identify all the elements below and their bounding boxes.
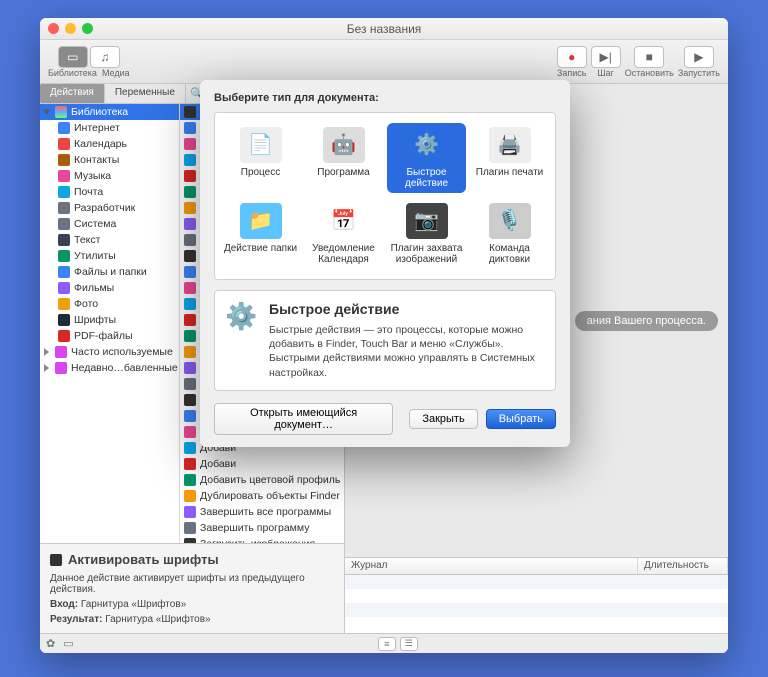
doc-type-option[interactable]: 📅Уведомление Календаря <box>304 199 383 269</box>
doc-type-option[interactable]: 🎙️Команда диктовки <box>470 199 549 269</box>
action-item[interactable]: Завершить программу <box>180 520 344 536</box>
category-item[interactable]: Текст <box>40 232 179 248</box>
run-button[interactable]: ▶ <box>684 46 714 68</box>
type-description: ⚙️ Быстрое действие Быстрые действия — э… <box>214 290 556 391</box>
document-type-grid: 📄Процесс🤖Программа⚙️Быстрое действие🖨️Пл… <box>214 112 556 280</box>
category-list[interactable]: БиблиотекаИнтернетКалендарьКонтактыМузык… <box>40 104 180 543</box>
action-item[interactable]: Загрузить изображения <box>180 536 344 543</box>
stop-button[interactable]: ■ <box>634 46 664 68</box>
doc-type-option[interactable]: 📄Процесс <box>221 123 300 193</box>
toolbar: ▭ ♫ Библиотека Медиа ●Запись ▶|Шаг ■Оста… <box>40 40 728 84</box>
category-item[interactable]: Почта <box>40 184 179 200</box>
doc-type-option[interactable]: 🖨️Плагин печати <box>470 123 549 193</box>
choose-button[interactable]: Выбрать <box>486 409 556 429</box>
new-document-sheet: Выберите тип для документа: 📄Процесс🤖Про… <box>200 80 570 447</box>
font-icon <box>50 554 62 566</box>
drop-hint: ания Вашего процесса. <box>575 311 718 331</box>
category-item[interactable]: Разработчик <box>40 200 179 216</box>
action-item[interactable]: Добавить цветовой профиль <box>180 472 344 488</box>
gear-icon: ⚙️ <box>225 301 259 335</box>
tab-variables[interactable]: Переменные <box>105 84 186 103</box>
doc-type-option[interactable]: 🤖Программа <box>304 123 383 193</box>
library-toggle[interactable]: ▭ <box>58 46 88 68</box>
tab-actions[interactable]: Действия <box>40 84 105 103</box>
smart-group[interactable]: Часто используемые <box>40 344 179 360</box>
status-bar: ✿ ▭ ≡ ☰ <box>40 633 728 653</box>
smart-group[interactable]: Недавно…бавленные <box>40 360 179 376</box>
gear-icon[interactable]: ✿ <box>46 637 55 650</box>
view-list[interactable]: ≡ <box>378 637 396 651</box>
category-item[interactable]: Шрифты <box>40 312 179 328</box>
category-item[interactable]: Система <box>40 216 179 232</box>
category-item[interactable]: Утилиты <box>40 248 179 264</box>
category-item[interactable]: Файлы и папки <box>40 264 179 280</box>
category-item[interactable]: PDF-файлы <box>40 328 179 344</box>
library-root[interactable]: Библиотека <box>40 104 179 120</box>
action-item[interactable]: Дублировать объекты Finder <box>180 488 344 504</box>
category-item[interactable]: Интернет <box>40 120 179 136</box>
titlebar: Без названия <box>40 18 728 40</box>
step-button[interactable]: ▶| <box>591 46 621 68</box>
log-body <box>345 575 728 633</box>
open-existing-button[interactable]: Открыть имеющийся документ… <box>214 403 393 435</box>
close-button[interactable]: Закрыть <box>409 409 477 429</box>
category-item[interactable]: Фото <box>40 296 179 312</box>
action-info: Активировать шрифты Данное действие акти… <box>40 543 344 633</box>
window-title: Без названия <box>40 22 728 36</box>
category-item[interactable]: Контакты <box>40 152 179 168</box>
doc-type-option[interactable]: 📁Действие папки <box>221 199 300 269</box>
doc-type-option[interactable]: ⚙️Быстрое действие <box>387 123 466 193</box>
log-header: Журнал Длительность <box>345 557 728 575</box>
category-item[interactable]: Календарь <box>40 136 179 152</box>
sheet-heading: Выберите тип для документа: <box>214 92 556 104</box>
category-item[interactable]: Музыка <box>40 168 179 184</box>
record-button[interactable]: ● <box>557 46 587 68</box>
panel-icon[interactable]: ▭ <box>63 637 73 650</box>
action-item[interactable]: Завершить все программы <box>180 504 344 520</box>
action-item[interactable]: Добави <box>180 456 344 472</box>
category-item[interactable]: Фильмы <box>40 280 179 296</box>
view-flow[interactable]: ☰ <box>400 637 418 651</box>
media-toggle[interactable]: ♫ <box>90 46 120 68</box>
doc-type-option[interactable]: 📷Плагин захвата изображений <box>387 199 466 269</box>
